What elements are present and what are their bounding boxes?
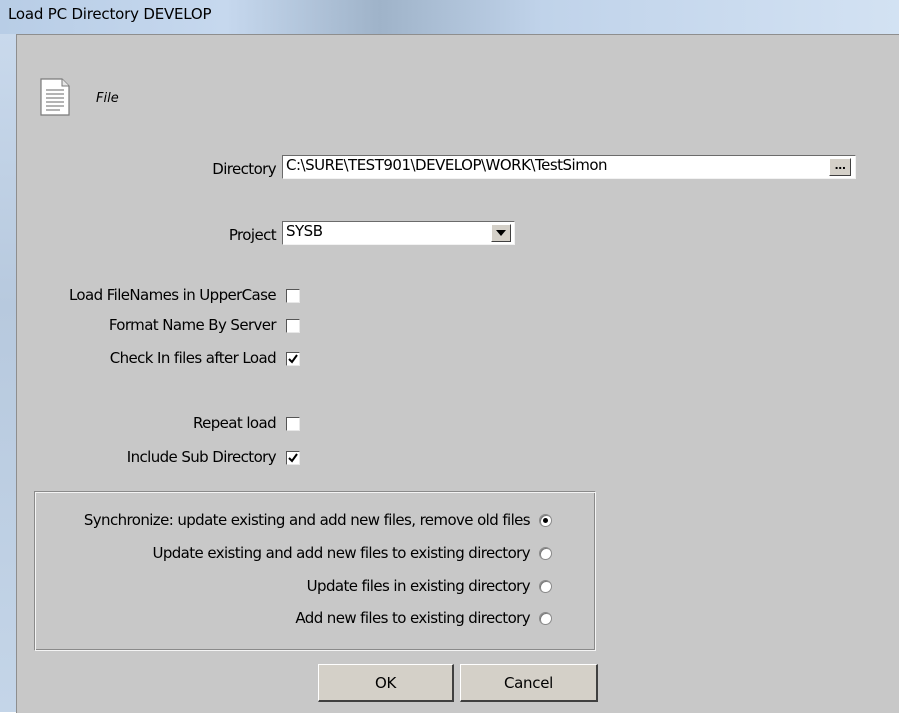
option-label-repeat-load: Repeat load — [192, 414, 277, 432]
repeat-load-checkbox[interactable] — [286, 417, 300, 431]
ok-button[interactable]: OK — [318, 664, 454, 702]
sync-mode-radio-add-only[interactable] — [539, 612, 552, 625]
project-label: Project — [228, 226, 277, 244]
sync-mode-radio-update-only[interactable] — [539, 580, 552, 593]
directory-input[interactable]: C:\SURE\TEST901\DEVELOP\WORK\TestSimon .… — [282, 155, 856, 179]
sync-mode-radio-update-add[interactable] — [539, 547, 552, 560]
cancel-button-label: Cancel — [503, 673, 553, 692]
project-select[interactable]: SYSB — [282, 221, 515, 245]
window-title: Load PC Directory DEVELOP — [8, 5, 212, 23]
cancel-button[interactable]: Cancel — [460, 664, 598, 702]
dialog-window: Load PC Directory DEVELOP File Directory… — [0, 0, 899, 713]
file-header-label: File — [96, 91, 119, 106]
project-value: SYSB — [286, 222, 323, 240]
sync-mode-label-synchronize: Synchronize: update existing and add new… — [83, 511, 531, 529]
sync-mode-label-update-add: Update existing and add new files to exi… — [152, 544, 530, 562]
document-icon — [40, 78, 70, 116]
sync-mode-radio-synchronize[interactable] — [539, 514, 552, 527]
option-label-sub-directory: Include Sub Directory — [126, 448, 277, 466]
window-frame-left — [0, 34, 16, 712]
radio-selected-dot — [543, 518, 548, 523]
format-name-checkbox[interactable] — [286, 319, 300, 333]
option-label-uppercase: Load FileNames in UpperCase — [68, 286, 277, 304]
chevron-down-icon — [496, 230, 506, 236]
sub-directory-checkbox[interactable] — [286, 451, 300, 465]
ok-button-label: OK — [374, 673, 397, 692]
directory-value: C:\SURE\TEST901\DEVELOP\WORK\TestSimon — [286, 156, 608, 174]
directory-label: Directory — [212, 160, 276, 178]
option-label-format-name: Format Name By Server — [108, 316, 277, 334]
sync-mode-label-update-only: Update files in existing directory — [306, 577, 531, 595]
title-bar[interactable]: Load PC Directory DEVELOP — [0, 0, 899, 34]
checkmark-icon — [288, 354, 298, 364]
browse-button[interactable]: ... — [829, 158, 851, 176]
check-in-checkbox[interactable] — [286, 352, 300, 366]
option-label-check-in: Check In files after Load — [109, 349, 277, 367]
uppercase-checkbox[interactable] — [286, 289, 300, 303]
sync-mode-label-add-only: Add new files to existing directory — [295, 609, 530, 627]
checkmark-icon — [288, 453, 298, 463]
dropdown-button[interactable] — [491, 224, 511, 242]
browse-icon: ... — [834, 159, 846, 172]
